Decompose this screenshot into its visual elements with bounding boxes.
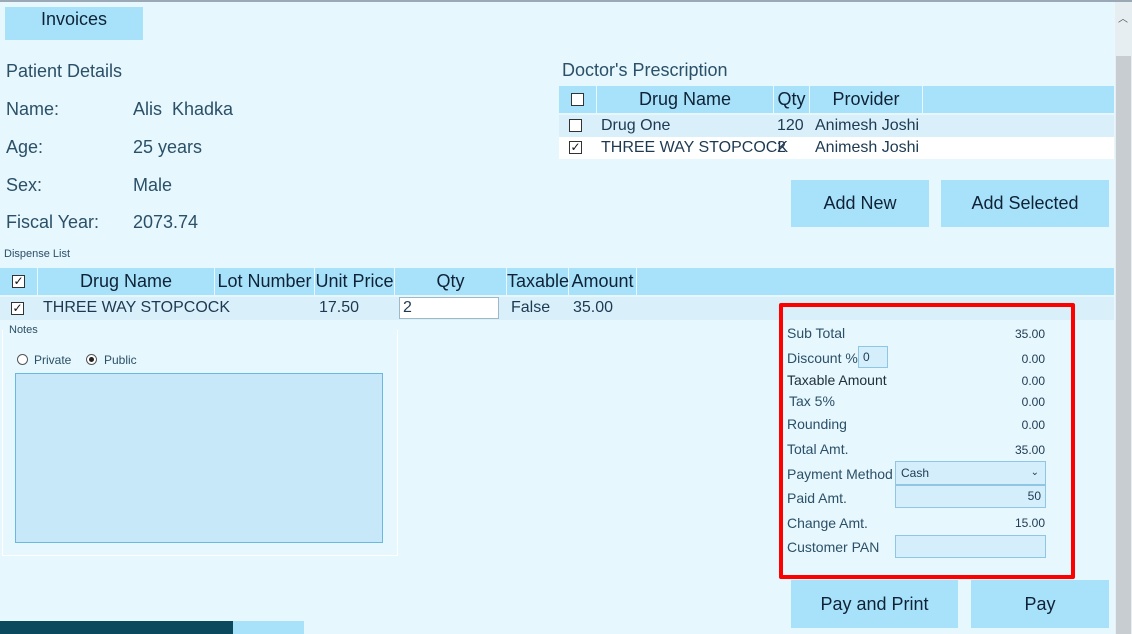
sex-value: Male [133,175,173,195]
drug-name-cell: THREE WAY STOPCOCK [601,139,788,156]
col-qty[interactable]: Qty [395,268,507,295]
drug-name-cell: THREE WAY STOPCOCK [43,299,230,316]
row-checkbox-checked[interactable]: ✓ [11,302,24,315]
row-checkbox-checked[interactable]: ✓ [569,141,582,154]
fiscal-year-value: 2073.74 [133,212,199,232]
col-drug-name[interactable]: Drug Name [38,268,215,295]
drug-name-cell: Drug One [601,117,671,134]
patient-details-title: Patient Details [6,61,123,81]
qty-cell: 120 [777,117,804,134]
col-lot-number[interactable]: Lot Number [215,268,315,295]
select-all-cell: ✓ [0,268,38,295]
sex-label: Sex: [6,175,43,195]
taxable-cell: False [511,299,551,316]
public-label: Public [104,353,137,367]
add-selected-button[interactable]: Add Selected [941,180,1109,227]
fiscal-year-label: Fiscal Year: [6,212,100,232]
bottom-tab[interactable] [233,621,304,634]
select-all-cell [559,86,597,113]
private-label: Private [34,353,72,367]
table-row[interactable]: Drug One 120 Animesh Joshi [559,115,1114,137]
select-all-checkbox[interactable] [571,93,584,106]
provider-cell: Animesh Joshi [815,117,920,134]
col-taxable[interactable]: Taxable [507,268,569,295]
dispense-table-header: ✓ Drug Name Lot Number Unit Price Qty Ta… [0,268,1114,295]
name-label: Name: [6,99,60,119]
scrollbar-thumb[interactable] [1116,56,1131,634]
tab-invoices[interactable]: Invoices [5,7,143,40]
window-top-border [0,0,1132,2]
col-provider[interactable]: Provider [810,86,923,113]
add-new-button[interactable]: Add New [791,180,929,227]
col-qty[interactable]: Qty [774,86,810,113]
provider-cell: Animesh Joshi [815,139,920,156]
prescription-title: Doctor's Prescription [562,60,728,80]
pay-and-print-button[interactable]: Pay and Print [791,580,958,628]
col-unit-price[interactable]: Unit Price [315,268,395,295]
highlight-box [779,303,1075,579]
notes-title: Notes [8,324,39,336]
unit-price-cell: 17.50 [319,299,360,316]
age-value: 25 years [133,137,203,157]
col-drug-name[interactable]: Drug Name [597,86,774,113]
name-value: Alis Khadka [133,99,234,119]
col-amount[interactable]: Amount [569,268,637,295]
dispense-list-title: Dispense List [4,248,71,260]
row-checkbox[interactable] [569,119,582,132]
pay-button[interactable]: Pay [971,580,1109,628]
table-row[interactable]: ✓ THREE WAY STOPCOCK 2 Animesh Joshi [559,137,1114,159]
qty-cell: 2 [777,139,786,156]
prescription-table-header: Drug Name Qty Provider [559,86,1114,113]
age-label: Age: [6,137,44,157]
amount-cell: 35.00 [573,299,614,316]
notes-textarea[interactable] [15,373,383,543]
select-all-checkbox-checked[interactable]: ✓ [12,275,25,288]
bottom-tab-active[interactable] [0,621,233,634]
private-radio[interactable] [17,354,28,365]
qty-input[interactable]: 2 [399,297,499,319]
scroll-up-icon[interactable]: ︿ [1118,10,1128,25]
public-radio[interactable] [86,354,97,365]
